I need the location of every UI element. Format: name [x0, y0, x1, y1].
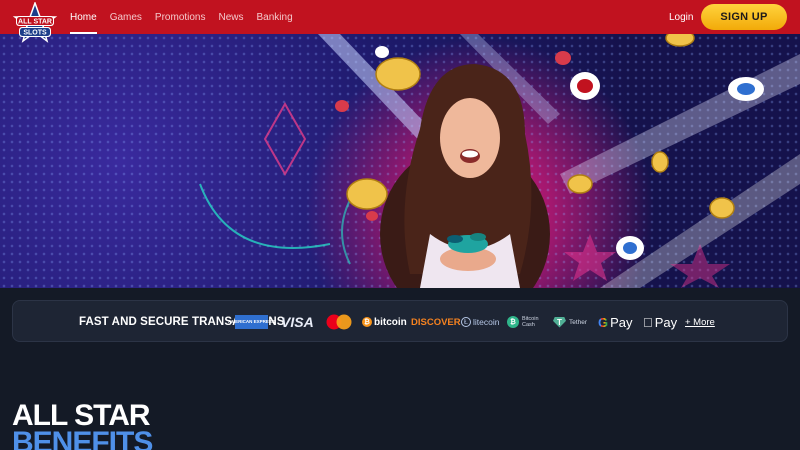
nav-item-news[interactable]: News	[219, 0, 244, 34]
bitcoin-logo: ₿ bitcoin	[362, 301, 407, 343]
bitcoin-label: bitcoin	[374, 316, 407, 328]
litecoin-icon: Ł	[461, 317, 471, 327]
visa-logo: VISA	[281, 314, 314, 330]
nav-item-home[interactable]: Home	[70, 0, 97, 34]
svg-text:SLOTS: SLOTS	[23, 30, 47, 37]
mastercard-icon	[326, 314, 352, 330]
login-link[interactable]: Login	[669, 0, 693, 34]
sign-up-button[interactable]: SIGN UP	[701, 4, 787, 30]
litecoin-label: litecoin	[473, 317, 500, 327]
payment-methods-bar: FAST AND SECURE TRANSACTIONS AMERICAN EX…	[12, 300, 788, 342]
nav-item-promotions[interactable]: Promotions	[155, 0, 206, 34]
google-pay-logo: G Pay	[598, 301, 633, 343]
main-nav: Home Games Promotions News Banking	[70, 0, 293, 34]
benefits-heading-line2: BENEFITS	[12, 426, 153, 450]
google-g-icon: G	[598, 314, 609, 330]
svg-text:ALL STAR: ALL STAR	[18, 19, 52, 26]
apple-icon: 	[643, 315, 653, 330]
bitcoin-cash-icon: ₿	[507, 316, 519, 328]
nav-item-banking[interactable]: Banking	[257, 0, 293, 34]
apple-pay-label: Pay	[645, 314, 677, 330]
benefits-heading-line1: ALL STAR	[12, 399, 151, 432]
nav-item-games[interactable]: Games	[110, 0, 142, 34]
tether-logo: T Tether	[553, 301, 587, 343]
benefits-heading: ALL STAR BENEFITS	[12, 399, 153, 450]
more-payments-wrapper: + More	[685, 301, 715, 343]
hero-banner[interactable]	[0, 34, 800, 288]
bitcoin-cash-logo: ₿ Bitcoin Cash	[507, 301, 542, 343]
amex-logo: AMERICAN EXPRESS	[228, 301, 275, 343]
tether-icon: T	[553, 316, 566, 328]
more-payments-link[interactable]: + More	[685, 317, 715, 328]
hero-illustration	[199, 34, 800, 288]
tether-label: Tether	[569, 318, 588, 326]
apple-pay-logo:  Pay	[643, 301, 677, 343]
top-nav-bar: Home Games Promotions News Banking Login…	[0, 0, 800, 34]
bitcoin-cash-label: Bitcoin Cash	[522, 316, 539, 328]
litecoin-logo: Ł litecoin	[461, 301, 499, 343]
neon-star-icon	[564, 234, 616, 281]
mastercard-logo	[326, 301, 352, 343]
neon-diamond-icon	[263, 101, 307, 177]
bitcoin-icon: ₿	[362, 317, 372, 327]
casino-chip-icon	[447, 233, 488, 253]
all-star-slots-logo[interactable]: ALL STAR SLOTS	[12, 2, 58, 46]
google-pay-label: Pay	[610, 314, 633, 330]
discover-logo: DISCOVER	[411, 316, 461, 328]
amex-logo-badge: AMERICAN EXPRESS	[228, 315, 275, 329]
